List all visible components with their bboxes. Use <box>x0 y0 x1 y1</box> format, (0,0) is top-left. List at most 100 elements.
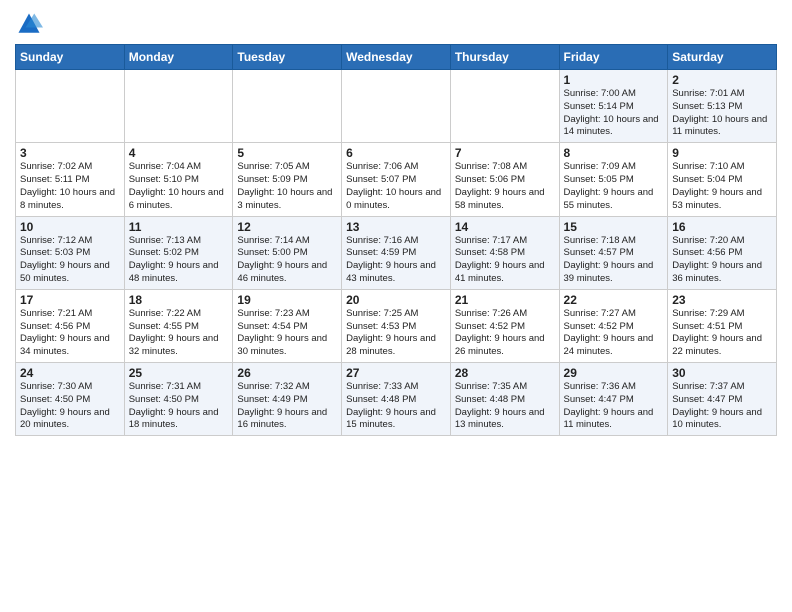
day-number: 14 <box>455 220 555 234</box>
day-cell: 1Sunrise: 7:00 AMSunset: 5:14 PMDaylight… <box>559 70 668 143</box>
day-cell: 25Sunrise: 7:31 AMSunset: 4:50 PMDayligh… <box>124 363 233 436</box>
day-cell: 29Sunrise: 7:36 AMSunset: 4:47 PMDayligh… <box>559 363 668 436</box>
day-number: 15 <box>564 220 664 234</box>
day-number: 26 <box>237 366 337 380</box>
day-info-line: Sunset: 4:59 PM <box>346 247 446 260</box>
day-cell: 23Sunrise: 7:29 AMSunset: 4:51 PMDayligh… <box>668 289 777 362</box>
day-info-line: Daylight: 9 hours and 18 minutes. <box>129 407 229 433</box>
day-info-line: Sunrise: 7:16 AM <box>346 235 446 248</box>
day-number: 22 <box>564 293 664 307</box>
day-cell <box>233 70 342 143</box>
day-number: 27 <box>346 366 446 380</box>
logo <box>15 10 47 38</box>
day-info-line: Daylight: 10 hours and 14 minutes. <box>564 114 664 140</box>
day-info-line: Sunrise: 7:08 AM <box>455 161 555 174</box>
page: SundayMondayTuesdayWednesdayThursdayFrid… <box>0 0 792 446</box>
day-info-line: Daylight: 9 hours and 13 minutes. <box>455 407 555 433</box>
day-info-line: Daylight: 9 hours and 20 minutes. <box>20 407 120 433</box>
day-number: 1 <box>564 73 664 87</box>
day-info-line: Daylight: 9 hours and 41 minutes. <box>455 260 555 286</box>
day-info-line: Sunset: 5:11 PM <box>20 174 120 187</box>
day-info-line: Sunset: 4:48 PM <box>346 394 446 407</box>
week-row-4: 24Sunrise: 7:30 AMSunset: 4:50 PMDayligh… <box>16 363 777 436</box>
day-info-line: Daylight: 10 hours and 0 minutes. <box>346 187 446 213</box>
day-number: 5 <box>237 146 337 160</box>
day-number: 6 <box>346 146 446 160</box>
weekday-friday: Friday <box>559 45 668 70</box>
day-info-line: Sunrise: 7:33 AM <box>346 381 446 394</box>
day-number: 11 <box>129 220 229 234</box>
day-info-line: Daylight: 9 hours and 36 minutes. <box>672 260 772 286</box>
day-info-line: Sunrise: 7:02 AM <box>20 161 120 174</box>
week-row-1: 3Sunrise: 7:02 AMSunset: 5:11 PMDaylight… <box>16 143 777 216</box>
weekday-monday: Monday <box>124 45 233 70</box>
day-info-line: Sunrise: 7:23 AM <box>237 308 337 321</box>
day-info-line: Sunset: 4:47 PM <box>672 394 772 407</box>
header <box>15 10 777 38</box>
day-info-line: Sunset: 5:02 PM <box>129 247 229 260</box>
day-number: 18 <box>129 293 229 307</box>
day-info-line: Sunrise: 7:37 AM <box>672 381 772 394</box>
day-number: 29 <box>564 366 664 380</box>
day-info-line: Daylight: 9 hours and 28 minutes. <box>346 333 446 359</box>
day-info-line: Sunset: 4:56 PM <box>20 321 120 334</box>
day-info-line: Sunset: 4:50 PM <box>20 394 120 407</box>
day-cell: 17Sunrise: 7:21 AMSunset: 4:56 PMDayligh… <box>16 289 125 362</box>
day-number: 23 <box>672 293 772 307</box>
day-cell: 14Sunrise: 7:17 AMSunset: 4:58 PMDayligh… <box>450 216 559 289</box>
day-number: 19 <box>237 293 337 307</box>
day-number: 7 <box>455 146 555 160</box>
day-info-line: Sunrise: 7:01 AM <box>672 88 772 101</box>
day-cell: 13Sunrise: 7:16 AMSunset: 4:59 PMDayligh… <box>342 216 451 289</box>
day-info-line: Sunrise: 7:31 AM <box>129 381 229 394</box>
day-info-line: Sunset: 4:53 PM <box>346 321 446 334</box>
calendar-table: SundayMondayTuesdayWednesdayThursdayFrid… <box>15 44 777 436</box>
day-cell: 7Sunrise: 7:08 AMSunset: 5:06 PMDaylight… <box>450 143 559 216</box>
day-cell: 30Sunrise: 7:37 AMSunset: 4:47 PMDayligh… <box>668 363 777 436</box>
day-info-line: Sunrise: 7:25 AM <box>346 308 446 321</box>
day-info-line: Sunrise: 7:10 AM <box>672 161 772 174</box>
day-info-line: Daylight: 9 hours and 16 minutes. <box>237 407 337 433</box>
day-number: 13 <box>346 220 446 234</box>
day-cell: 22Sunrise: 7:27 AMSunset: 4:52 PMDayligh… <box>559 289 668 362</box>
day-info-line: Sunset: 5:14 PM <box>564 101 664 114</box>
day-info-line: Sunset: 4:47 PM <box>564 394 664 407</box>
logo-icon <box>15 10 43 38</box>
day-number: 12 <box>237 220 337 234</box>
day-cell: 3Sunrise: 7:02 AMSunset: 5:11 PMDaylight… <box>16 143 125 216</box>
day-info-line: Daylight: 9 hours and 26 minutes. <box>455 333 555 359</box>
day-number: 16 <box>672 220 772 234</box>
day-info-line: Daylight: 10 hours and 6 minutes. <box>129 187 229 213</box>
day-info-line: Daylight: 9 hours and 10 minutes. <box>672 407 772 433</box>
day-info-line: Sunset: 4:58 PM <box>455 247 555 260</box>
day-number: 20 <box>346 293 446 307</box>
day-number: 30 <box>672 366 772 380</box>
day-info-line: Sunrise: 7:18 AM <box>564 235 664 248</box>
day-number: 25 <box>129 366 229 380</box>
day-cell: 20Sunrise: 7:25 AMSunset: 4:53 PMDayligh… <box>342 289 451 362</box>
day-number: 9 <box>672 146 772 160</box>
day-info-line: Daylight: 9 hours and 43 minutes. <box>346 260 446 286</box>
day-info-line: Sunrise: 7:26 AM <box>455 308 555 321</box>
day-info-line: Sunrise: 7:20 AM <box>672 235 772 248</box>
day-cell: 15Sunrise: 7:18 AMSunset: 4:57 PMDayligh… <box>559 216 668 289</box>
week-row-3: 17Sunrise: 7:21 AMSunset: 4:56 PMDayligh… <box>16 289 777 362</box>
day-info-line: Sunset: 4:52 PM <box>564 321 664 334</box>
day-info-line: Daylight: 9 hours and 50 minutes. <box>20 260 120 286</box>
day-info-line: Daylight: 10 hours and 11 minutes. <box>672 114 772 140</box>
day-cell: 24Sunrise: 7:30 AMSunset: 4:50 PMDayligh… <box>16 363 125 436</box>
day-number: 4 <box>129 146 229 160</box>
day-info-line: Sunrise: 7:09 AM <box>564 161 664 174</box>
day-info-line: Daylight: 9 hours and 30 minutes. <box>237 333 337 359</box>
day-info-line: Sunrise: 7:12 AM <box>20 235 120 248</box>
day-cell: 28Sunrise: 7:35 AMSunset: 4:48 PMDayligh… <box>450 363 559 436</box>
weekday-header-row: SundayMondayTuesdayWednesdayThursdayFrid… <box>16 45 777 70</box>
day-info-line: Daylight: 9 hours and 32 minutes. <box>129 333 229 359</box>
day-number: 21 <box>455 293 555 307</box>
day-cell: 8Sunrise: 7:09 AMSunset: 5:05 PMDaylight… <box>559 143 668 216</box>
day-cell: 11Sunrise: 7:13 AMSunset: 5:02 PMDayligh… <box>124 216 233 289</box>
day-info-line: Sunset: 5:13 PM <box>672 101 772 114</box>
day-info-line: Sunrise: 7:32 AM <box>237 381 337 394</box>
day-info-line: Sunrise: 7:29 AM <box>672 308 772 321</box>
day-info-line: Sunrise: 7:22 AM <box>129 308 229 321</box>
